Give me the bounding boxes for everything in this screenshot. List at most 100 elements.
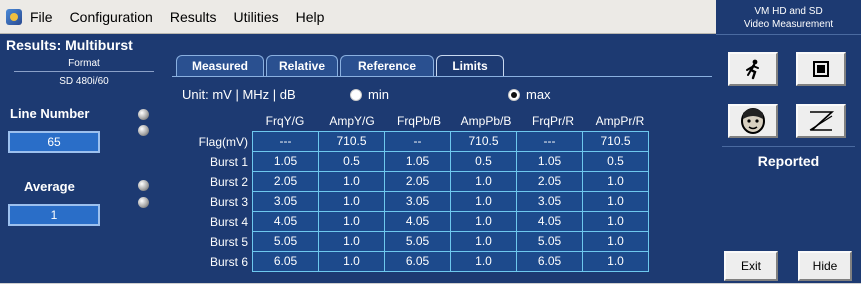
app-title: VM HD and SD Video Measurement xyxy=(716,5,861,31)
row-label-burst-2: Burst 2 xyxy=(209,175,248,189)
table-cell[interactable]: 1.0 xyxy=(583,172,649,192)
app-icon xyxy=(6,8,22,25)
min-radio[interactable] xyxy=(350,89,362,101)
column-header-frqprr: FrqPr/R xyxy=(532,114,574,128)
column-header-frqyg: FrqY/G xyxy=(265,114,305,128)
results-side-panel: Results: Multiburst Format SD 480i/60 Li… xyxy=(0,34,168,283)
menu-utilities[interactable]: Utilities xyxy=(234,9,279,25)
menu-results[interactable]: Results xyxy=(170,9,217,25)
average-knob-down-icon[interactable] xyxy=(138,197,149,208)
table-cell[interactable]: 3.05 xyxy=(385,192,451,212)
table-cell[interactable]: --- xyxy=(517,132,583,152)
table-cell[interactable]: 1.05 xyxy=(385,152,451,172)
column-header-ampprr: AmpPr/R xyxy=(595,114,645,128)
menu-file[interactable]: File xyxy=(30,9,53,25)
table-cell[interactable]: 1.0 xyxy=(451,252,517,272)
table-cell[interactable]: 1.0 xyxy=(451,212,517,232)
table-row: 5.05 1.0 5.05 1.0 5.05 1.0 xyxy=(253,232,649,252)
table-cell[interactable]: 1.0 xyxy=(319,232,385,252)
table-cell[interactable]: 6.05 xyxy=(517,252,583,272)
table-cell[interactable]: 0.5 xyxy=(319,152,385,172)
row-label-flag: Flag(mV) xyxy=(198,135,248,149)
line-number-knob-down-icon[interactable] xyxy=(138,125,149,136)
average-field[interactable]: 1 xyxy=(8,204,100,226)
run-button[interactable] xyxy=(728,52,778,86)
line-number-knob-up-icon[interactable] xyxy=(138,109,149,120)
column-header-amppbb: AmpPb/B xyxy=(460,114,512,128)
table-cell[interactable]: 710.5 xyxy=(319,132,385,152)
table-cell[interactable]: 2.05 xyxy=(517,172,583,192)
portrait-button[interactable] xyxy=(728,104,778,138)
table-cell[interactable]: 5.05 xyxy=(517,232,583,252)
table-cell[interactable]: 1.0 xyxy=(451,232,517,252)
stop-button[interactable] xyxy=(796,52,846,86)
waveform-button[interactable] xyxy=(796,104,846,138)
table-cell[interactable]: 1.0 xyxy=(451,172,517,192)
average-label: Average xyxy=(24,179,75,194)
menu-configuration[interactable]: Configuration xyxy=(70,9,153,25)
table-cell[interactable]: 1.0 xyxy=(583,192,649,212)
table-cell[interactable]: 1.0 xyxy=(583,252,649,272)
table-row: 6.05 1.0 6.05 1.0 6.05 1.0 xyxy=(253,252,649,272)
tab-measured[interactable]: Measured xyxy=(176,55,264,77)
table-row: --- 710.5 -- 710.5 --- 710.5 xyxy=(253,132,649,152)
table-cell[interactable]: 710.5 xyxy=(583,132,649,152)
table-cell[interactable]: 4.05 xyxy=(517,212,583,232)
menu-help[interactable]: Help xyxy=(296,9,325,25)
table-cell[interactable]: 1.05 xyxy=(253,152,319,172)
average-knob-up-icon[interactable] xyxy=(138,180,149,191)
table-cell[interactable]: 2.05 xyxy=(253,172,319,192)
table-row: 4.05 1.0 4.05 1.0 4.05 1.0 xyxy=(253,212,649,232)
table-cell[interactable]: -- xyxy=(385,132,451,152)
results-main-panel: Measured Relative Reference Limits Unit:… xyxy=(168,34,716,283)
row-label-burst-3: Burst 3 xyxy=(209,195,248,209)
table-cell[interactable]: 3.05 xyxy=(517,192,583,212)
running-man-icon xyxy=(746,59,759,80)
table-row: 1.05 0.5 1.05 0.5 1.05 0.5 xyxy=(253,152,649,172)
table-cell[interactable]: --- xyxy=(253,132,319,152)
row-label-burst-4: Burst 4 xyxy=(209,215,248,229)
table-cell[interactable]: 0.5 xyxy=(583,152,649,172)
table-cell[interactable]: 5.05 xyxy=(253,232,319,252)
column-header-frqpbb: FrqPb/B xyxy=(396,114,441,128)
table-cell[interactable]: 6.05 xyxy=(253,252,319,272)
tab-limits[interactable]: Limits xyxy=(436,55,504,77)
row-label-burst-6: Burst 6 xyxy=(209,255,248,269)
exit-button[interactable]: Exit xyxy=(724,251,778,281)
table-cell[interactable]: 6.05 xyxy=(385,252,451,272)
table-cell[interactable]: 1.0 xyxy=(319,252,385,272)
table-cell[interactable]: 1.0 xyxy=(319,212,385,232)
line-number-field[interactable]: 65 xyxy=(8,131,100,153)
table-cell[interactable]: 2.05 xyxy=(385,172,451,192)
max-radio[interactable] xyxy=(508,89,520,101)
reported-label: Reported xyxy=(757,153,820,169)
app-title-line-2: Video Measurement xyxy=(743,19,834,30)
table-row: 3.05 1.0 3.05 1.0 3.05 1.0 xyxy=(253,192,649,212)
hide-button[interactable]: Hide xyxy=(798,251,852,281)
table-cell[interactable]: 0.5 xyxy=(451,152,517,172)
table-cell[interactable]: 4.05 xyxy=(385,212,451,232)
table-cell[interactable]: 1.0 xyxy=(583,232,649,252)
table-cell[interactable]: 1.0 xyxy=(451,192,517,212)
table-cell[interactable]: 1.0 xyxy=(319,192,385,212)
menu-bar: File Configuration Results Utilities Hel… xyxy=(0,0,716,34)
table-cell[interactable]: 5.05 xyxy=(385,232,451,252)
format-divider xyxy=(14,71,154,72)
line-number-label: Line Number xyxy=(10,106,90,121)
waveform-icon xyxy=(809,111,835,131)
table-cell[interactable]: 4.05 xyxy=(253,212,319,232)
reported-divider xyxy=(722,146,855,147)
row-label-burst-1: Burst 1 xyxy=(209,155,248,169)
table-cell[interactable]: 1.0 xyxy=(319,172,385,192)
table-cell[interactable]: 1.05 xyxy=(517,152,583,172)
tab-reference[interactable]: Reference xyxy=(340,55,434,77)
row-label-burst-5: Burst 5 xyxy=(209,235,248,249)
face-icon xyxy=(741,108,765,134)
table-cell[interactable]: 1.0 xyxy=(583,212,649,232)
tab-relative[interactable]: Relative xyxy=(266,55,338,77)
limits-table: --- 710.5 -- 710.5 --- 710.5 1.05 0.5 1.… xyxy=(252,131,649,272)
table-row: 2.05 1.0 2.05 1.0 2.05 1.0 xyxy=(253,172,649,192)
format-label: Format xyxy=(68,58,100,69)
table-cell[interactable]: 3.05 xyxy=(253,192,319,212)
table-cell[interactable]: 710.5 xyxy=(451,132,517,152)
